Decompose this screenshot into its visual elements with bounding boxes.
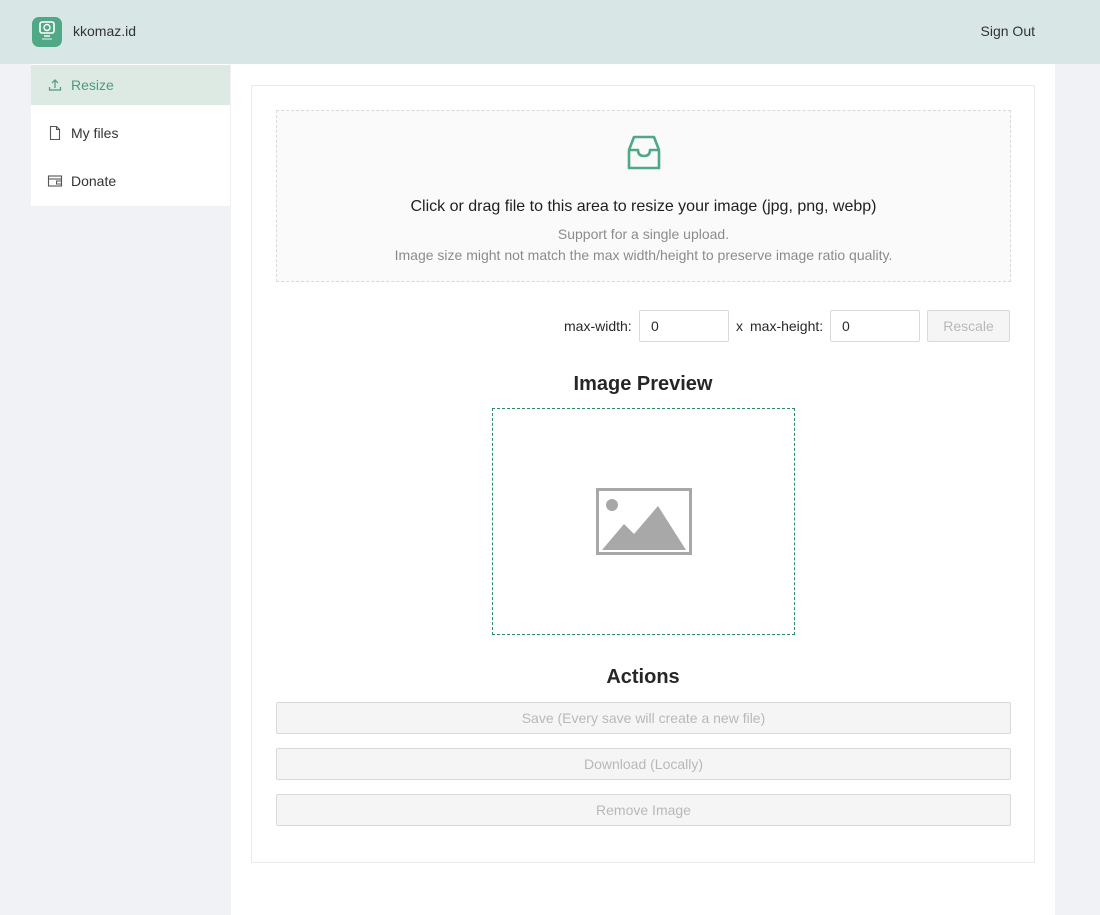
image-preview-title: Image Preview [573, 373, 713, 395]
sidebar-item-my-files[interactable]: My files [31, 113, 230, 153]
app-header: kkomaz.id Sign Out [0, 0, 1100, 64]
max-width-input[interactable] [639, 310, 729, 342]
brand-name: kkomaz.id [73, 23, 137, 39]
actions-title: Actions [606, 666, 680, 688]
download-button[interactable]: Download (Locally) [276, 748, 1011, 780]
upload-dropzone[interactable]: Click or drag file to this area to resiz… [276, 110, 1011, 282]
upload-title: Click or drag file to this area to resiz… [410, 198, 877, 215]
rescale-button[interactable]: Rescale [927, 310, 1010, 342]
sidebar-item-resize[interactable]: Resize [31, 65, 230, 105]
upload-icon [47, 77, 63, 93]
sidebar-menu: Resize My files Donate [31, 64, 231, 206]
sign-out-link[interactable]: Sign Out [981, 23, 1035, 39]
resize-controls: max-width: x max-height: Rescale [276, 310, 1011, 342]
file-icon [47, 125, 63, 141]
upload-hint: Support for a single upload. [557, 226, 730, 242]
image-preview-box [492, 408, 795, 635]
main-content: Click or drag file to this area to resiz… [231, 64, 1055, 915]
dimension-separator: x [736, 318, 743, 334]
sidebar-item-label: Donate [71, 173, 117, 189]
image-placeholder-icon [596, 488, 692, 555]
upload-hint-ratio: Image size might not match the max width… [394, 247, 893, 263]
sidebar-item-donate[interactable]: Donate [31, 161, 230, 201]
app-logo-icon [32, 17, 62, 47]
save-button[interactable]: Save (Every save will create a new file) [276, 702, 1011, 734]
sidebar-item-label: My files [71, 125, 119, 141]
max-width-label: max-width: [564, 318, 632, 334]
max-height-input[interactable] [830, 310, 920, 342]
remove-image-button[interactable]: Remove Image [276, 794, 1011, 826]
sidebar-item-label: Resize [71, 77, 114, 93]
max-height-label: max-height: [750, 318, 824, 334]
wallet-icon [47, 173, 63, 189]
resize-card: Click or drag file to this area to resiz… [251, 85, 1035, 863]
inbox-icon [627, 135, 661, 170]
